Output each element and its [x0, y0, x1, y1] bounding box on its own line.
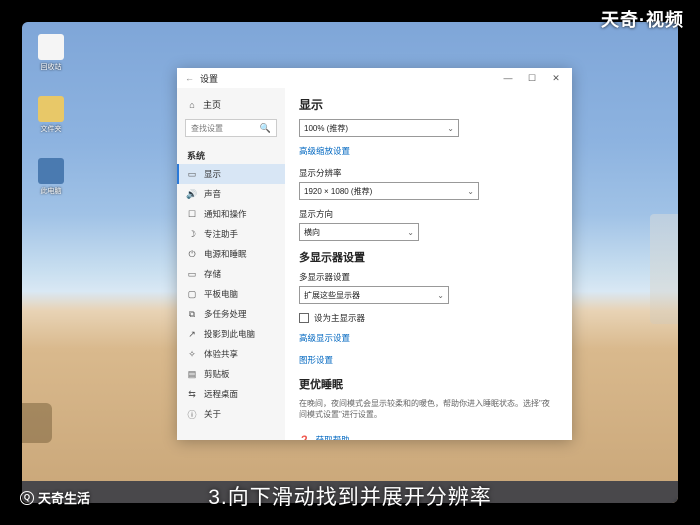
storage-icon: ▭	[187, 269, 197, 279]
sidebar: ⌂ 主页 查找设置 🔍 系统 ▭显示 🔊声音 ☐通知和操作 ☽专注助手 ⏻电源和…	[177, 88, 285, 440]
multi-display-select[interactable]: 扩展这些显示器⌄	[299, 286, 449, 304]
brand-top-right: 天奇·视频	[601, 6, 684, 32]
multi-display-label: 多显示器设置	[299, 271, 554, 283]
category-label: 系统	[177, 145, 285, 164]
nav-tablet[interactable]: ▢平板电脑	[177, 284, 285, 304]
nav-multitask[interactable]: ⧉多任务处理	[177, 304, 285, 324]
video-caption: 3.向下滑动找到并展开分辨率	[208, 481, 492, 511]
window-title: 设置	[200, 72, 218, 85]
nav-shared[interactable]: ✧体验共享	[177, 344, 285, 364]
scale-select[interactable]: 100% (推荐)⌄	[299, 119, 459, 137]
tablet-icon: ▢	[187, 289, 197, 299]
brand-bottom-left: Q 天奇生活	[20, 488, 90, 507]
maximize-button[interactable]: ☐	[520, 68, 544, 88]
bell-icon: ☐	[187, 209, 197, 219]
power-icon: ⏻	[187, 249, 197, 259]
home-icon: ⌂	[187, 100, 197, 110]
moon-icon: ☽	[187, 229, 197, 239]
share-icon: ✧	[187, 349, 197, 359]
resolution-label: 显示分辨率	[299, 167, 554, 179]
nav-notifications[interactable]: ☐通知和操作	[177, 204, 285, 224]
screen: 回收站 文件夹 此电脑 ← 设置 — ☐ ✕ ⌂	[22, 22, 678, 503]
graphics-settings-link[interactable]: 图形设置	[299, 354, 554, 366]
nav-focus[interactable]: ☽专注助手	[177, 224, 285, 244]
resolution-select[interactable]: 1920 × 1080 (推荐)⌄	[299, 182, 479, 200]
search-input[interactable]: 查找设置 🔍	[185, 119, 277, 137]
back-icon[interactable]: ←	[185, 73, 194, 83]
chevron-down-icon: ⌄	[437, 291, 444, 300]
main-display-checkbox[interactable]: 设为主显示器	[299, 312, 554, 324]
advanced-scaling-link[interactable]: 高级缩放设置	[299, 145, 554, 157]
monitor-icon: ▭	[187, 169, 197, 179]
help-icon: ❓	[299, 435, 310, 440]
nav-power[interactable]: ⏻电源和睡眠	[177, 244, 285, 264]
desktop-icon-recycle[interactable]: 回收站	[34, 34, 68, 72]
nav-project[interactable]: ↗投影到此电脑	[177, 324, 285, 344]
chevron-down-icon: ⌄	[467, 187, 474, 196]
checkbox-icon	[299, 313, 309, 323]
prop-plant	[22, 403, 52, 443]
settings-window: ← 设置 — ☐ ✕ ⌂ 主页 查找设置 🔍	[177, 68, 572, 440]
nav-clipboard[interactable]: ▤剪贴板	[177, 364, 285, 384]
nav-storage[interactable]: ▭存储	[177, 264, 285, 284]
sleep-description: 在晚间，夜间模式会显示较柔和的暖色，帮助你进入睡眠状态。选择"夜间模式设置"进行…	[299, 398, 554, 420]
prop-book	[650, 214, 678, 324]
sound-icon: 🔊	[187, 189, 197, 199]
close-button[interactable]: ✕	[544, 68, 568, 88]
multi-display-heading: 多显示器设置	[299, 249, 554, 265]
desktop-icon-folder[interactable]: 文件夹	[34, 96, 68, 134]
titlebar[interactable]: ← 设置 — ☐ ✕	[177, 68, 572, 88]
nav-sound[interactable]: 🔊声音	[177, 184, 285, 204]
advanced-display-link[interactable]: 高级显示设置	[299, 332, 554, 344]
minimize-button[interactable]: —	[496, 68, 520, 88]
clipboard-icon: ▤	[187, 369, 197, 379]
orientation-label: 显示方向	[299, 208, 554, 220]
multitask-icon: ⧉	[187, 309, 197, 319]
page-heading: 显示	[299, 96, 554, 113]
chevron-down-icon: ⌄	[447, 124, 454, 133]
remote-icon: ⇆	[187, 389, 197, 399]
tablet-frame: 回收站 文件夹 此电脑 ← 设置 — ☐ ✕ ⌂	[10, 10, 690, 515]
nav-display[interactable]: ▭显示	[177, 164, 285, 184]
orientation-select[interactable]: 横向⌄	[299, 223, 419, 241]
home-button[interactable]: ⌂ 主页	[177, 94, 285, 115]
nav-remote[interactable]: ⇆远程桌面	[177, 384, 285, 404]
brand-logo-icon: Q	[20, 491, 34, 505]
sleep-heading: 更优睡眠	[299, 376, 554, 392]
info-icon: ⓘ	[187, 409, 197, 419]
chevron-down-icon: ⌄	[407, 228, 414, 237]
content-panel[interactable]: 显示 100% (推荐)⌄ 高级缩放设置 显示分辨率 1920 × 1080 (…	[285, 88, 572, 440]
nav-about[interactable]: ⓘ关于	[177, 404, 285, 424]
search-icon: 🔍	[260, 123, 271, 134]
get-help-link[interactable]: ❓ 获取帮助	[299, 434, 554, 440]
desktop-icon-thispc[interactable]: 此电脑	[34, 158, 68, 196]
project-icon: ↗	[187, 329, 197, 339]
